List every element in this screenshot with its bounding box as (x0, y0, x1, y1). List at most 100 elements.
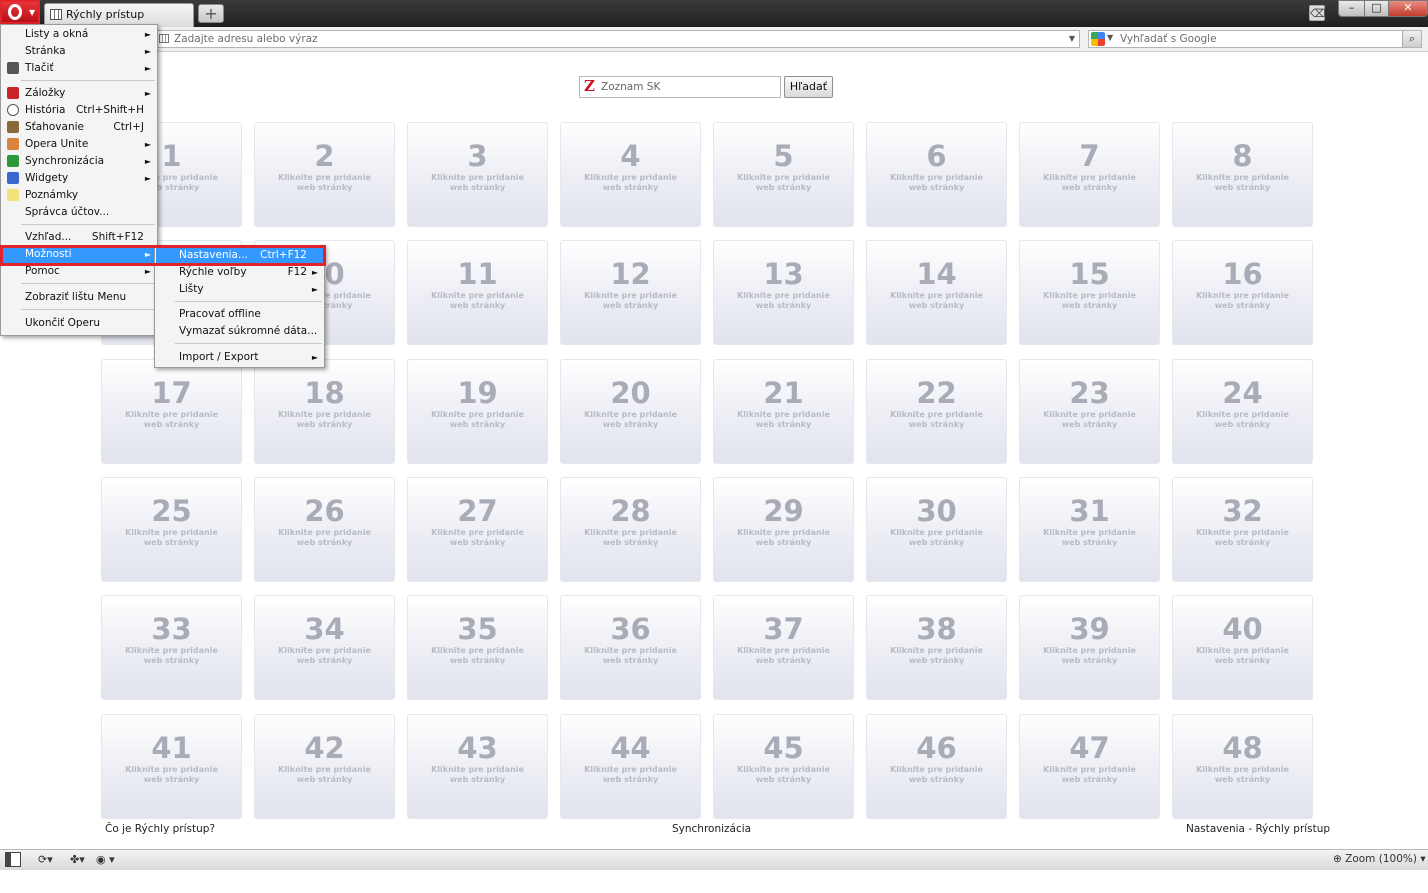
speed-dial-search-input[interactable]: Z Zoznam SK (579, 76, 781, 98)
search-input[interactable]: ▼ Vyhľadať s Google ⌕ (1088, 30, 1422, 48)
speed-dial-41[interactable]: 41 Kliknite pre pridanie web stránky (101, 714, 242, 819)
speed-dial-18[interactable]: 18 Kliknite pre pridanie web stránky (254, 359, 395, 464)
speed-dial-36[interactable]: 36 Kliknite pre pridanie web stránky (560, 595, 701, 700)
zoom-control[interactable]: ⊕ Zoom (100%) ▾ (1333, 852, 1426, 867)
speed-dial-47[interactable]: 47 Kliknite pre pridanie web stránky (1019, 714, 1160, 819)
speed-dial-21[interactable]: 21 Kliknite pre pridanie web stránky (713, 359, 854, 464)
speed-dial-40[interactable]: 40 Kliknite pre pridanie web stránky (1172, 595, 1313, 700)
sync-link[interactable]: Synchronizácia (672, 823, 751, 835)
speed-dial-26[interactable]: 26 Kliknite pre pridanie web stránky (254, 477, 395, 582)
speed-dial-43[interactable]: 43 Kliknite pre pridanie web stránky (407, 714, 548, 819)
speed-dial-settings-link[interactable]: Nastavenia - Rýchly prístup (1186, 823, 1330, 835)
speed-dial-28[interactable]: 28 Kliknite pre pridanie web stránky (560, 477, 701, 582)
menu-item-opera-unite[interactable]: Opera Unite ► (2, 136, 156, 153)
menu-item-label: Listy a okná (25, 28, 89, 40)
speed-dial-24[interactable]: 24 Kliknite pre pridanie web stránky (1172, 359, 1313, 464)
menu-item-label: Poznámky (25, 189, 79, 201)
speed-dial-help-link[interactable]: Čo je Rýchly prístup? (105, 823, 215, 835)
speed-dial-15[interactable]: 15 Kliknite pre pridanie web stránky (1019, 240, 1160, 345)
menu-item-pomoc[interactable]: Pomoc ► (2, 263, 156, 280)
speed-dial-6[interactable]: 6 Kliknite pre pridanie web stránky (866, 122, 1007, 227)
speed-dial-38[interactable]: 38 Kliknite pre pridanie web stránky (866, 595, 1007, 700)
dial-hint: Kliknite pre pridanie web stránky (1196, 410, 1289, 429)
menu-item-ukoncit-operu[interactable]: Ukončiť Operu (2, 315, 156, 332)
speed-dial-45[interactable]: 45 Kliknite pre pridanie web stránky (713, 714, 854, 819)
speed-dial-46[interactable]: 46 Kliknite pre pridanie web stránky (866, 714, 1007, 819)
menu-item-zalozky[interactable]: Záložky ► (2, 85, 156, 102)
submenu-item-listy[interactable]: Lišty ► (156, 281, 323, 298)
close-button[interactable]: ✕ (1388, 0, 1428, 17)
turbo-icon[interactable]: ◉ ▾ (96, 852, 115, 867)
speed-dial-3[interactable]: 3 Kliknite pre pridanie web stránky (407, 122, 548, 227)
opera-menu-button[interactable]: ▼ (0, 0, 40, 24)
speed-dial-34[interactable]: 34 Kliknite pre pridanie web stránky (254, 595, 395, 700)
speed-dial-29[interactable]: 29 Kliknite pre pridanie web stránky (713, 477, 854, 582)
speed-dial-39[interactable]: 39 Kliknite pre pridanie web stránky (1019, 595, 1160, 700)
dial-hint: Kliknite pre pridanie web stránky (1043, 646, 1136, 665)
speed-dial-33[interactable]: 33 Kliknite pre pridanie web stránky (101, 595, 242, 700)
submenu-item-vymazat-sukromne-data[interactable]: Vymazať súkromné dáta... (156, 323, 323, 340)
dial-number: 7 (1079, 139, 1100, 173)
speed-dial-32[interactable]: 32 Kliknite pre pridanie web stránky (1172, 477, 1313, 582)
speed-dial-20[interactable]: 20 Kliknite pre pridanie web stránky (560, 359, 701, 464)
minimize-button[interactable]: – (1338, 0, 1365, 17)
speed-dial-35[interactable]: 35 Kliknite pre pridanie web stránky (407, 595, 548, 700)
speed-dial-5[interactable]: 5 Kliknite pre pridanie web stránky (713, 122, 854, 227)
menu-item-listy-a-okna[interactable]: Listy a okná ► (2, 26, 156, 43)
chevron-down-icon: ▼ (29, 8, 36, 17)
speed-dial-8[interactable]: 8 Kliknite pre pridanie web stránky (1172, 122, 1313, 227)
speed-dial-19[interactable]: 19 Kliknite pre pridanie web stránky (407, 359, 548, 464)
speed-dial-13[interactable]: 13 Kliknite pre pridanie web stránky (713, 240, 854, 345)
speed-dial-16[interactable]: 16 Kliknite pre pridanie web stránky (1172, 240, 1313, 345)
speed-dial-30[interactable]: 30 Kliknite pre pridanie web stránky (866, 477, 1007, 582)
menu-item-tlacit[interactable]: Tlačiť ► (2, 60, 156, 77)
menu-item-stranka[interactable]: Stránka ► (2, 43, 156, 60)
speed-dial-31[interactable]: 31 Kliknite pre pridanie web stránky (1019, 477, 1160, 582)
menu-item-zobrazit-listu-menu[interactable]: Zobraziť lištu Menu (2, 289, 156, 306)
speed-dial-48[interactable]: 48 Kliknite pre pridanie web stránky (1172, 714, 1313, 819)
submenu-item-pracovat-offline[interactable]: Pracovať offline (156, 306, 323, 323)
panel-toggle-icon[interactable] (5, 852, 21, 867)
speed-dial-7[interactable]: 7 Kliknite pre pridanie web stránky (1019, 122, 1160, 227)
google-icon[interactable] (1091, 32, 1105, 46)
submenu-item-import-export[interactable]: Import / Export ► (156, 349, 323, 366)
dial-hint: Kliknite pre pridanie web stránky (431, 173, 524, 192)
speed-dial-search-button[interactable]: Hľadať (784, 76, 833, 98)
trash-icon[interactable]: ⌫ (1309, 5, 1326, 21)
submenu-item-rychle-volby[interactable]: Rýchle voľby F12 ► (156, 264, 323, 281)
speed-dial-25[interactable]: 25 Kliknite pre pridanie web stránky (101, 477, 242, 582)
search-icon[interactable]: ⌕ (1402, 31, 1421, 47)
speed-dial-44[interactable]: 44 Kliknite pre pridanie web stránky (560, 714, 701, 819)
menu-item-widgety[interactable]: Widgety ► (2, 170, 156, 187)
maximize-button[interactable]: □ (1364, 0, 1389, 17)
unite-icon[interactable]: ✤▾ (70, 852, 85, 867)
menu-item-poznamky[interactable]: Poznámky (2, 187, 156, 204)
menu-item-spravca-uctov[interactable]: Správca účtov... (2, 204, 156, 221)
speed-dial-search-placeholder: Zoznam SK (601, 81, 661, 93)
speed-dial-12[interactable]: 12 Kliknite pre pridanie web stránky (560, 240, 701, 345)
menu-item-synchronizacia[interactable]: Synchronizácia ► (2, 153, 156, 170)
new-tab-button[interactable]: + (198, 4, 224, 23)
speed-dial-37[interactable]: 37 Kliknite pre pridanie web stránky (713, 595, 854, 700)
speed-dial-14[interactable]: 14 Kliknite pre pridanie web stránky (866, 240, 1007, 345)
menu-item-moznosti[interactable]: Možnosti ► (2, 246, 156, 263)
speed-dial-23[interactable]: 23 Kliknite pre pridanie web stránky (1019, 359, 1160, 464)
speed-dial-17[interactable]: 17 Kliknite pre pridanie web stránky (101, 359, 242, 464)
menu-item-stahovanie[interactable]: Sťahovanie Ctrl+J (2, 119, 156, 136)
dial-number: 48 (1222, 731, 1263, 765)
speed-dial-22[interactable]: 22 Kliknite pre pridanie web stránky (866, 359, 1007, 464)
menu-item-historia[interactable]: História Ctrl+Shift+H (2, 102, 156, 119)
sync-icon[interactable]: ⟳▾ (38, 852, 53, 867)
address-input[interactable]: Zadajte adresu alebo výraz ▼ (155, 30, 1080, 48)
chevron-down-icon[interactable]: ▼ (1107, 33, 1113, 42)
speed-dial-27[interactable]: 27 Kliknite pre pridanie web stránky (407, 477, 548, 582)
speed-dial-4[interactable]: 4 Kliknite pre pridanie web stránky (560, 122, 701, 227)
menu-item-vzhlad[interactable]: Vzhľad... Shift+F12 (2, 229, 156, 246)
speed-dial-2[interactable]: 2 Kliknite pre pridanie web stránky (254, 122, 395, 227)
speed-dial-11[interactable]: 11 Kliknite pre pridanie web stránky (407, 240, 548, 345)
menu-shortcut: F12 (287, 266, 307, 278)
chevron-down-icon[interactable]: ▼ (1069, 34, 1075, 43)
chevron-right-icon: ► (144, 140, 151, 149)
submenu-item-nastavenia[interactable]: Nastavenia... Ctrl+F12 (156, 247, 323, 264)
speed-dial-42[interactable]: 42 Kliknite pre pridanie web stránky (254, 714, 395, 819)
